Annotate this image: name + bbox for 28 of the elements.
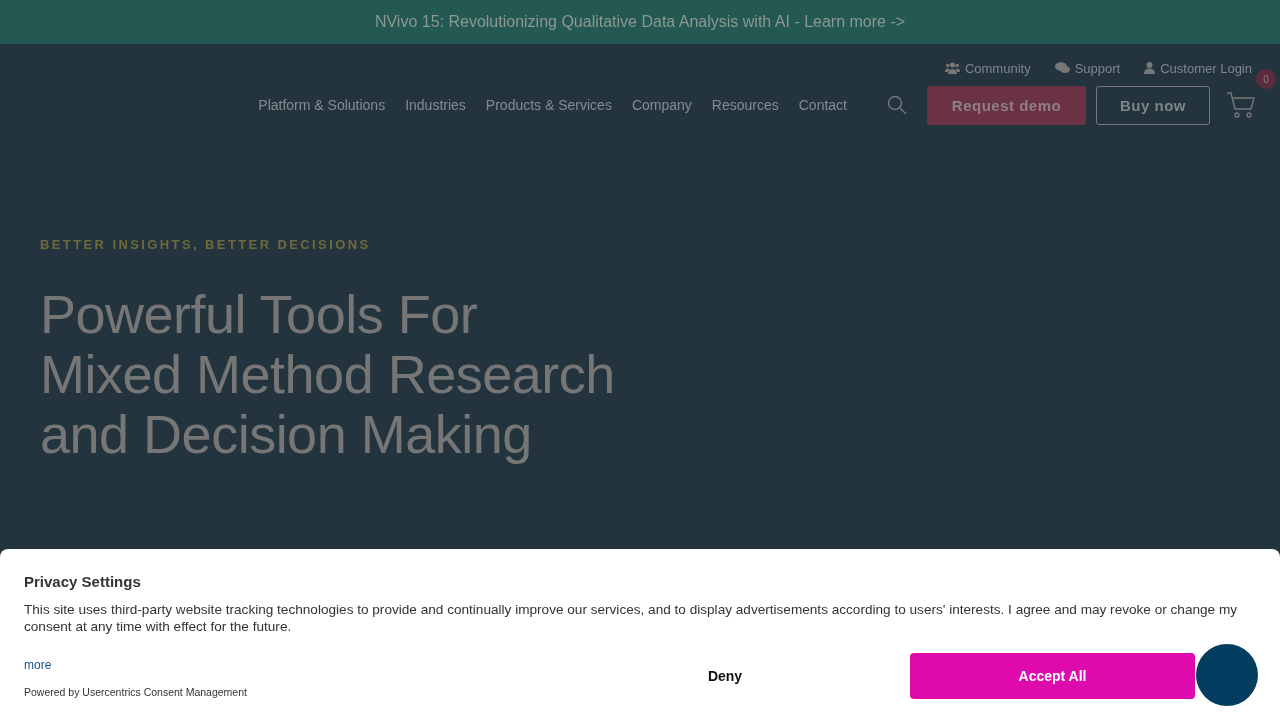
powered-by-text: Powered by Usercentrics Consent Management xyxy=(24,685,248,698)
hero-heading: Powerful Tools For xyxy=(40,284,479,344)
consent-text: This site uses third-party website tracking technologies to provide and continually improve our services, and to display advertisements according to users' interests. I agree and may revoke or change my consent at any time with effect for the future. xyxy=(24,601,1239,635)
user-icon xyxy=(1144,62,1156,74)
announcement-link[interactable]: NVivo 15: Revolutionizing Qualitative Data Analysis with AI - Learn more -> xyxy=(374,13,906,31)
nav-link[interactable]: Products & Services xyxy=(485,97,612,113)
cart-count-badge: 0 xyxy=(1256,69,1276,89)
chat-icon xyxy=(1054,62,1070,74)
utility-link[interactable]: Support xyxy=(1054,59,1121,77)
hero-eyebrow: BETTER INSIGHTS, BETTER DECISIONS xyxy=(40,237,372,252)
utility-link[interactable]: Customer Login xyxy=(1144,59,1252,77)
cart-icon[interactable] xyxy=(1226,91,1256,119)
accept-all-button[interactable]: Accept All xyxy=(910,653,1195,699)
utility-link[interactable]: Community xyxy=(944,59,1031,77)
people-icon xyxy=(944,62,960,74)
hero-heading: and Decision Making xyxy=(40,404,533,464)
consent-title: Privacy Settings xyxy=(24,573,142,590)
nav-link[interactable]: Company xyxy=(631,97,692,113)
hero-heading: Mixed Method Research xyxy=(40,344,616,404)
nav-link[interactable]: Contact xyxy=(798,97,847,113)
nav-link[interactable]: Resources xyxy=(711,97,779,113)
request-demo-button[interactable]: Request demo xyxy=(927,85,1086,125)
search-icon[interactable] xyxy=(887,95,907,115)
chat-launcher-icon[interactable] xyxy=(1195,643,1259,707)
more-link[interactable]: more xyxy=(24,657,52,672)
nav-link[interactable]: Industries xyxy=(405,97,466,113)
buy-now-button[interactable]: Buy now xyxy=(1096,85,1210,125)
nav-link[interactable]: Platform & Solutions xyxy=(258,97,386,113)
